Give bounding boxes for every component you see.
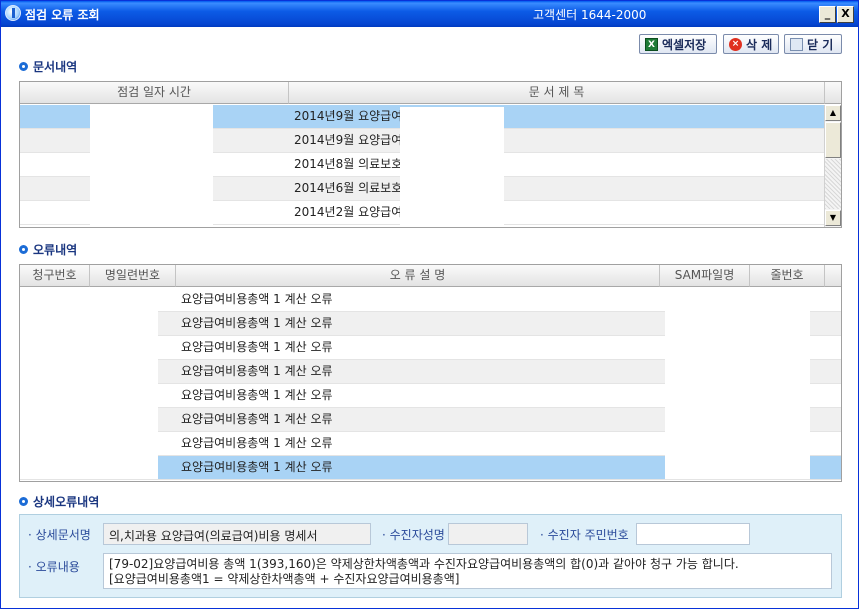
err-col-spacer: [825, 265, 841, 287]
patient-id-label: · 수진자 주민번호: [540, 528, 629, 542]
doc-title-cell: 2014년8월 의료보호: [294, 157, 403, 171]
error-desc-cell: 요양급여비용총액 1 계산 오류: [181, 412, 333, 426]
scroll-thumb[interactable]: [825, 122, 841, 158]
title-bar[interactable]: 점검 오류 조회 고객센터 1644-2000 _ X: [1, 1, 858, 27]
detail-section-title: 상세오류내역: [19, 493, 99, 510]
doc-title-cell: 2014년6월 의료보호: [294, 181, 403, 195]
doc-section-title: 문서내역: [19, 58, 77, 75]
delete-button[interactable]: × 삭 제: [723, 34, 779, 54]
doc-col-datetime[interactable]: 점검 일자 시간: [20, 82, 289, 104]
callcenter-number: 고객센터 1644-2000: [533, 8, 647, 22]
close-window-button[interactable]: X: [837, 6, 854, 23]
error-desc-cell: 요양급여비용총액 1 계산 오류: [181, 364, 333, 378]
redacted-datetime-block: [90, 105, 213, 225]
doc-grid: 점검 일자 시간 문 서 제 목 2014년9월 요양급여 2014년9월 요양…: [19, 81, 842, 228]
doc-col-spacer: [825, 82, 841, 104]
patient-name-label: · 수진자성명: [382, 528, 445, 542]
err-col-serial[interactable]: 명일련번호: [90, 265, 176, 287]
section-bullet-icon: [19, 245, 28, 254]
excel-save-button[interactable]: X 엑셀저장: [639, 34, 717, 54]
patient-id-field[interactable]: [636, 523, 750, 545]
doc-title-cell: 2014년9월 요양급여: [294, 109, 403, 123]
doc-title-cell: 2014년9월 요양급여: [294, 133, 403, 147]
doc-section-title-text: 문서내역: [33, 60, 78, 74]
doc-scrollbar[interactable]: ▲ ▼: [824, 105, 841, 227]
app-logo-icon: [5, 5, 21, 21]
excel-save-label: 엑셀저장: [662, 37, 707, 52]
close-doc-icon: [790, 37, 803, 51]
error-desc-cell: 요양급여비용총액 1 계산 오류: [181, 316, 333, 330]
redacted-claim-serial-block: [20, 288, 158, 479]
err-col-line[interactable]: 줄번호: [750, 265, 825, 287]
error-content-line2: [요양급여비용총액1 = 약제상한차액총액 + 수진자요양급여비용총액]: [109, 572, 460, 586]
section-bullet-icon: [19, 62, 28, 71]
error-content-field[interactable]: [79-02]요양급여비용 총액 1(393,160)은 약제상한차액총액과 수…: [103, 553, 832, 589]
error-desc-cell: 요양급여비용총액 1 계산 오류: [181, 340, 333, 354]
redacted-sam-line-block: [665, 288, 810, 479]
delete-label: 삭 제: [746, 37, 773, 52]
close-button[interactable]: 닫 기: [784, 34, 842, 54]
excel-icon: X: [645, 37, 658, 51]
doc-col-title[interactable]: 문 서 제 목: [289, 82, 825, 104]
error-content-label: · 오류내용: [28, 560, 80, 574]
error-desc-cell: 요양급여비용총액 1 계산 오류: [181, 436, 333, 450]
detail-section-title-text: 상세오류내역: [33, 495, 100, 509]
error-grid: 청구번호 명일련번호 오 류 설 명 SAM파일명 줄번호 요양급여비용총액 1…: [19, 264, 842, 482]
minimize-button[interactable]: _: [819, 6, 836, 23]
error-content-line1: [79-02]요양급여비용 총액 1(393,160)은 약제상한차액총액과 수…: [109, 557, 739, 571]
scroll-track[interactable]: [825, 159, 841, 209]
scroll-down-icon[interactable]: ▼: [825, 210, 841, 226]
window-title: 점검 오류 조회: [25, 8, 100, 22]
error-desc-cell: 요양급여비용총액 1 계산 오류: [181, 292, 333, 306]
error-section-title: 오류내역: [19, 241, 77, 258]
error-section-title-text: 오류내역: [33, 243, 78, 257]
close-label: 닫 기: [807, 37, 834, 52]
delete-icon: ×: [729, 37, 742, 51]
error-desc-cell: 요양급여비용총액 1 계산 오류: [181, 388, 333, 402]
section-bullet-icon: [19, 497, 28, 506]
doc-name-label: · 상세문서명: [28, 528, 91, 542]
error-desc-cell: 요양급여비용총액 1 계산 오류: [181, 460, 333, 474]
doc-name-field[interactable]: 의,치과용 요양급여(의료급여)비용 명세서: [103, 523, 371, 545]
doc-title-cell: 2014년2월 요양급여: [294, 205, 403, 219]
scroll-up-icon[interactable]: ▲: [825, 105, 841, 121]
err-col-desc[interactable]: 오 류 설 명: [176, 265, 660, 287]
err-col-claim[interactable]: 청구번호: [20, 265, 90, 287]
detail-panel: · 상세문서명 의,치과용 요양급여(의료급여)비용 명세서 · 수진자성명 ·…: [19, 514, 842, 598]
patient-name-field[interactable]: [448, 523, 528, 545]
error-inquiry-window: 점검 오류 조회 고객센터 1644-2000 _ X X 엑셀저장 × 삭 제…: [0, 0, 859, 609]
redacted-title-block: [400, 107, 504, 225]
err-col-sam[interactable]: SAM파일명: [660, 265, 750, 287]
